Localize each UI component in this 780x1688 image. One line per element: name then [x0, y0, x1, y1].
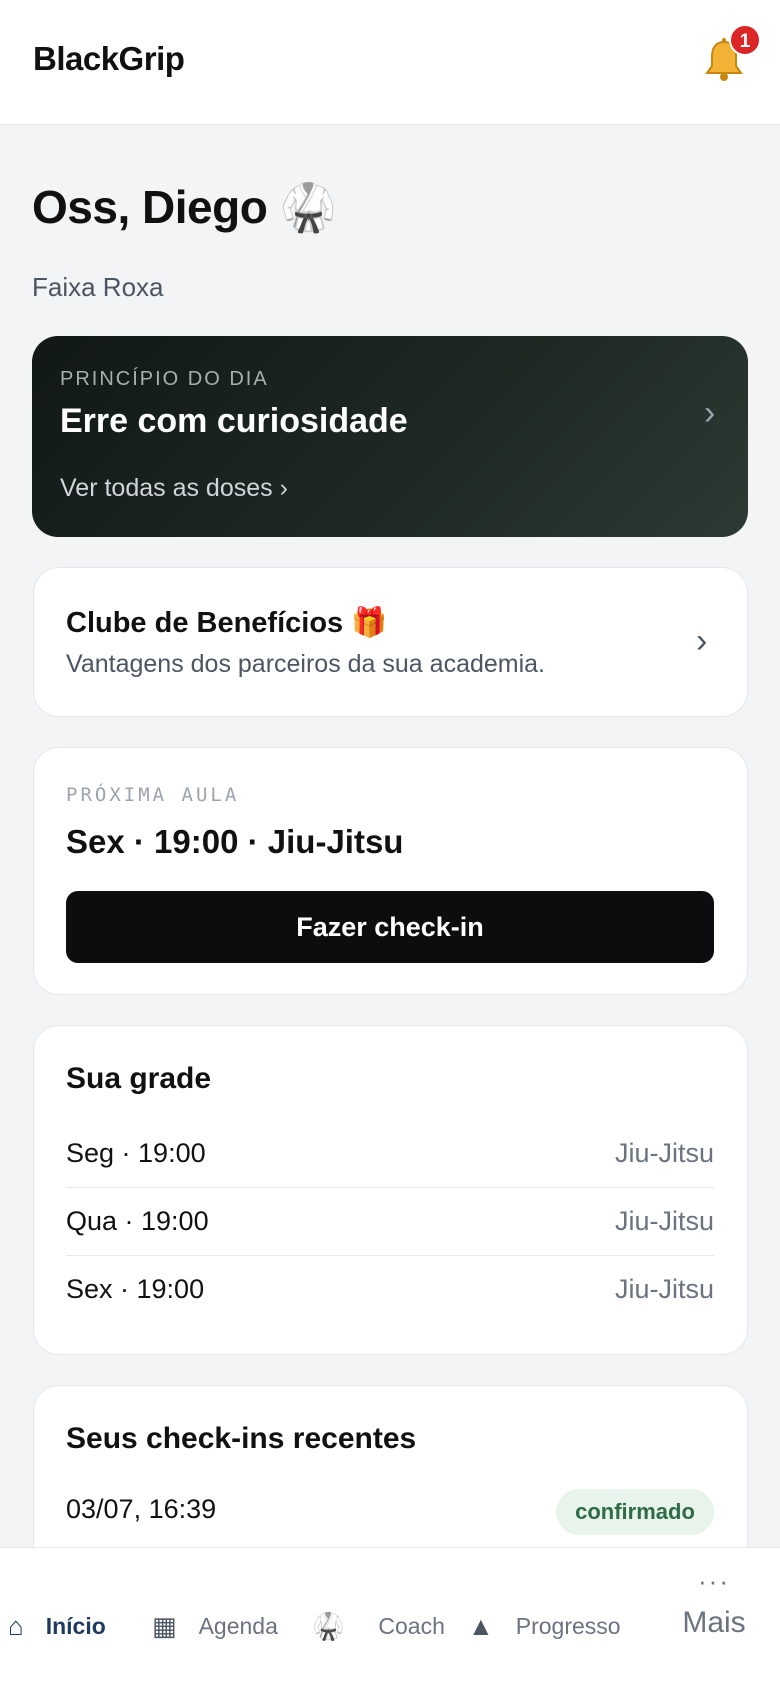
schedule-day: Seg · 19:00 [66, 1137, 206, 1168]
brand-logo: BlackGrip [33, 40, 185, 77]
principle-kicker: PRINCÍPIO DO DIA [60, 368, 269, 390]
next-class-title: Sex · 19:00 · Jiu-Jitsu [66, 823, 404, 860]
tab-label: Mais [682, 1606, 746, 1639]
schedule-title: Sua grade [66, 1062, 212, 1095]
more-icon: ··· [698, 1566, 730, 1596]
belt-rank: Faixa Roxa [32, 272, 164, 302]
check-in-button[interactable]: Fazer check-in [66, 891, 714, 963]
progress-icon: ▲ [468, 1610, 494, 1641]
status-badge: confirmado [556, 1489, 714, 1535]
chevron-right-icon: › [696, 622, 708, 660]
schedule-row: Seg · 19:00 Jiu-Jitsu [66, 1119, 714, 1187]
schedule-class: Jiu-Jitsu [614, 1137, 714, 1168]
greeting-title: Oss, Diego 🥋 [32, 181, 337, 233]
bottom-tab-bar: ⌂ Início ▦ Agenda 🥋 Coach ▲ Progresso ··… [0, 1547, 780, 1688]
tab-agenda[interactable]: ▦ Agenda [152, 1606, 278, 1646]
tab-coach[interactable]: 🥋 Coach [312, 1606, 445, 1646]
benefits-club-card[interactable]: Clube de Benefícios 🎁 Vantagens dos parc… [33, 567, 748, 717]
schedule-day: Sex · 19:00 [66, 1273, 205, 1304]
next-class-kicker: PRÓXIMA AULA [66, 784, 240, 806]
schedule-row: Qua · 19:00 Jiu-Jitsu [66, 1187, 714, 1255]
principle-of-day-card[interactable]: PRINCÍPIO DO DIA Erre com curiosidade Ve… [32, 336, 748, 537]
schedule-day: Qua · 19:00 [66, 1205, 209, 1236]
see-all-doses-link[interactable]: Ver todas as doses › [60, 474, 288, 503]
schedule-card: Sua grade Seg · 19:00 Jiu-Jitsu Qua · 19… [33, 1025, 748, 1355]
schedule-class: Jiu-Jitsu [614, 1205, 714, 1236]
tab-label: Início [45, 1612, 106, 1639]
top-bar: BlackGrip 1 [0, 0, 780, 125]
tab-label: Progresso [515, 1612, 621, 1639]
home-icon: ⌂ [8, 1610, 24, 1641]
tab-inicio[interactable]: ⌂ Início [8, 1606, 106, 1646]
notification-badge: 1 [729, 24, 761, 56]
benefits-subtitle: Vantagens dos parceiros da sua academia. [66, 650, 546, 678]
gi-icon: 🥋 [312, 1610, 345, 1641]
chevron-right-icon: › [704, 394, 716, 432]
tab-label: Coach [378, 1612, 445, 1639]
principle-title: Erre com curiosidade [60, 402, 408, 440]
schedule-class: Jiu-Jitsu [614, 1273, 714, 1304]
schedule-row: Sex · 19:00 Jiu-Jitsu [66, 1255, 714, 1323]
benefits-title: Clube de Benefícios 🎁 [66, 607, 388, 639]
checkins-title: Seus check-ins recentes [66, 1422, 417, 1455]
calendar-icon: ▦ [152, 1610, 177, 1641]
next-class-card: PRÓXIMA AULA Sex · 19:00 · Jiu-Jitsu Faz… [33, 747, 748, 995]
tab-progresso[interactable]: ▲ Progresso [468, 1606, 621, 1646]
checkin-time: 03/07, 16:39 [66, 1494, 217, 1524]
tab-label: Agenda [198, 1612, 278, 1639]
tab-mais[interactable]: ··· Mais [672, 1568, 756, 1640]
